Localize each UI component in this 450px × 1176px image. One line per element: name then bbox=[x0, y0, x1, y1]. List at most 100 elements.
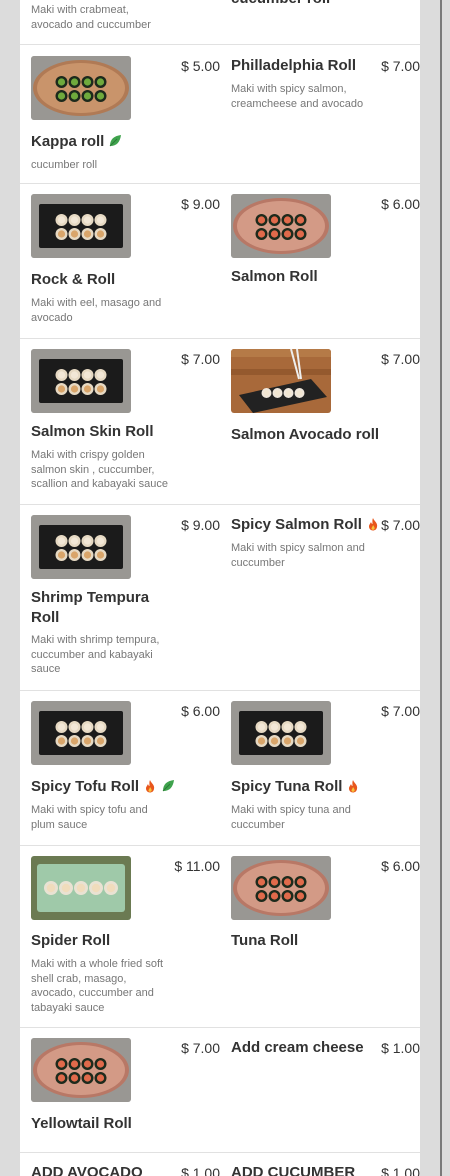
item-description: Maki with spicy salmon and cuccumber bbox=[231, 542, 365, 569]
item-name: Philladelphia Roll bbox=[231, 56, 381, 76]
item-name: Rock & Roll bbox=[31, 270, 181, 290]
item-name: ADD CUCUMBER bbox=[231, 1163, 381, 1176]
menu-item[interactable]: $ 7.00 Spicy Tuna Roll Maki with spicy tun… bbox=[220, 690, 420, 845]
menu-row-partial: Maki with crabmeat, avocado and cuccumbe… bbox=[20, 0, 420, 45]
item-photo[interactable] bbox=[231, 349, 331, 413]
menu-item[interactable]: $ 5.00 Kappa roll cucumber roll bbox=[20, 45, 220, 183]
menu-item[interactable]: $ 6.00 Spicy Tofu Roll Maki with spicy tof… bbox=[20, 690, 220, 845]
menu-item[interactable]: $ 7.00 Spicy Salmon Roll Maki with spicy s… bbox=[220, 504, 420, 690]
item-name: Spicy Tuna Roll bbox=[231, 777, 381, 797]
item-price: $ 6.00 bbox=[381, 196, 420, 212]
item-name-text: Rock & Roll bbox=[31, 271, 116, 288]
menu-item[interactable]: $ 1.00 ADD AVOCADO bbox=[20, 1152, 220, 1176]
menu-item[interactable]: $ 7.00 Salmon Avocado roll bbox=[220, 338, 420, 504]
menu-item[interactable]: $ 9.00 Shrimp Tempura Roll Maki with shrim… bbox=[20, 504, 220, 690]
item-name-text: ADD AVOCADO bbox=[31, 1164, 143, 1176]
leaf-icon bbox=[162, 780, 175, 792]
item-name: Add cream cheese bbox=[231, 1038, 381, 1058]
scrollbar-track[interactable] bbox=[420, 0, 450, 1176]
item-name: Yellowtail Roll bbox=[31, 1114, 181, 1134]
item-price: $ 7.00 bbox=[181, 1040, 220, 1056]
item-name: Spider Roll bbox=[31, 931, 181, 951]
item-price: $ 7.00 bbox=[181, 351, 220, 367]
item-photo[interactable] bbox=[31, 1038, 131, 1102]
item-price: $ 11.00 bbox=[174, 858, 220, 874]
scrollbar-line bbox=[440, 0, 442, 1176]
item-name: Kappa roll bbox=[31, 132, 181, 152]
item-description: Maki with eel, masago and avocado bbox=[31, 297, 162, 324]
item-photo[interactable] bbox=[31, 701, 131, 765]
item-price: $ 9.00 bbox=[181, 196, 220, 212]
item-name-text: Tuna Roll bbox=[231, 932, 299, 949]
menu-item[interactable]: $ 9.00 Rock & Roll Maki with eel, masago a… bbox=[20, 183, 220, 338]
item-description: cucumber roll bbox=[31, 159, 98, 171]
item-price: $ 5.00 bbox=[181, 58, 220, 74]
menu-item[interactable]: $ 11.00 Spider Roll Maki with a whole frie… bbox=[20, 845, 220, 1027]
menu-row: $ 5.00 Kappa roll cucumber roll $ 7.00 Phill… bbox=[20, 45, 420, 184]
menu-row: $ 6.00 Spicy Tofu Roll Maki with spicy tof… bbox=[20, 690, 420, 846]
menu-row: $ 11.00 Spider Roll Maki with a whole frie… bbox=[20, 845, 420, 1028]
item-name: Salmon Skin Roll bbox=[31, 422, 181, 442]
menu-item[interactable]: $ 1.00 Add cream cheese bbox=[220, 1027, 420, 1152]
item-name: Salmon Avocado roll bbox=[231, 425, 381, 445]
item-price: $ 7.00 bbox=[381, 703, 420, 719]
menu-row: $ 7.00 Yellowtail Roll $ 1.00 Add cream che… bbox=[20, 1027, 420, 1153]
menu-row: $ 7.00 Salmon Skin Roll Maki with crispy g… bbox=[20, 338, 420, 505]
item-photo[interactable] bbox=[231, 856, 331, 920]
item-description: Maki with a whole fried soft shell crab,… bbox=[31, 958, 164, 1014]
item-name-text: Spicy Tofu Roll bbox=[31, 778, 140, 795]
item-name: Spicy Salmon Roll bbox=[231, 515, 381, 535]
item-name-text: Philladelphia Roll bbox=[231, 57, 357, 74]
menu-item[interactable]: $ 7.00 Salmon Skin Roll Maki with crispy g… bbox=[20, 338, 220, 504]
item-name: Tuna Roll bbox=[231, 931, 381, 951]
menu-row: $ 1.00 ADD AVOCADO $ 1.00 ADD CUCUMBER bbox=[20, 1152, 420, 1176]
item-price: $ 6.00 bbox=[381, 858, 420, 874]
item-name: Shrimp Tempura Roll bbox=[31, 588, 181, 628]
item-name-text: Salmon Skin Roll bbox=[31, 423, 154, 440]
item-name-text: Add cream cheese bbox=[231, 1039, 364, 1056]
fire-icon bbox=[349, 780, 358, 793]
item-name: ADD AVOCADO bbox=[31, 1163, 181, 1176]
item-name: cucumber roll bbox=[231, 0, 381, 9]
item-name-text: Spicy Salmon Roll bbox=[231, 516, 362, 533]
menu-item[interactable]: $ 1.00 ADD CUCUMBER bbox=[220, 1152, 420, 1176]
item-name-text: ADD CUCUMBER bbox=[231, 1164, 356, 1176]
item-description: Maki with crabmeat, avocado and cuccumbe… bbox=[31, 4, 151, 31]
fire-icon bbox=[146, 780, 155, 793]
item-name-text: Yellowtail Roll bbox=[31, 1115, 132, 1132]
menu-item[interactable]: $ 7.00 Yellowtail Roll bbox=[20, 1027, 220, 1152]
item-photo[interactable] bbox=[231, 701, 331, 765]
item-photo[interactable] bbox=[31, 194, 131, 258]
item-name-text: Salmon Avocado roll bbox=[231, 426, 380, 443]
item-price: $ 6.00 bbox=[181, 703, 220, 719]
item-description: Maki with spicy salmon, creamcheese and … bbox=[231, 83, 364, 110]
menu-panel: Maki with crabmeat, avocado and cuccumbe… bbox=[20, 0, 420, 1176]
menu-item[interactable]: $ 7.00 Philladelphia Roll Maki with spicy … bbox=[220, 45, 420, 183]
item-name-text: Spider Roll bbox=[31, 932, 111, 949]
item-price: $ 7.00 bbox=[381, 351, 420, 367]
item-price: $ 9.00 bbox=[181, 517, 220, 533]
menu-item-partial-left[interactable]: Maki with crabmeat, avocado and cuccumbe… bbox=[20, 0, 220, 44]
item-description: Maki with crispy golden salmon skin , cu… bbox=[31, 449, 168, 490]
leaf-icon bbox=[110, 135, 122, 147]
fire-icon bbox=[368, 518, 378, 531]
menu-row: $ 9.00 Shrimp Tempura Roll Maki with shrim… bbox=[20, 504, 420, 691]
item-name-text: Salmon Roll bbox=[231, 268, 318, 285]
item-name: Salmon Roll bbox=[231, 267, 381, 287]
item-photo[interactable] bbox=[231, 194, 331, 258]
item-name: Spicy Tofu Roll bbox=[31, 777, 181, 797]
item-description: Maki with spicy tofu and plum sauce bbox=[31, 804, 148, 831]
item-photo[interactable] bbox=[31, 349, 131, 413]
menu-item[interactable]: $ 6.00 Salmon Roll bbox=[220, 183, 420, 338]
item-photo[interactable] bbox=[31, 56, 131, 120]
item-photo[interactable] bbox=[31, 856, 131, 920]
menu-item[interactable]: $ 6.00 Tuna Roll bbox=[220, 845, 420, 1027]
menu-row: $ 9.00 Rock & Roll Maki with eel, masago a… bbox=[20, 183, 420, 339]
item-name-text: Spicy Tuna Roll bbox=[231, 778, 343, 795]
item-description: Maki with shrimp tempura, cuccumber and … bbox=[31, 634, 160, 675]
item-description: Maki with spicy tuna and cuccumber bbox=[231, 804, 351, 831]
item-name-text: Kappa roll bbox=[31, 133, 105, 150]
item-name-text: Shrimp Tempura Roll bbox=[31, 589, 150, 626]
menu-item-partial-right[interactable]: cucumber roll bbox=[220, 0, 420, 44]
item-photo[interactable] bbox=[31, 515, 131, 579]
